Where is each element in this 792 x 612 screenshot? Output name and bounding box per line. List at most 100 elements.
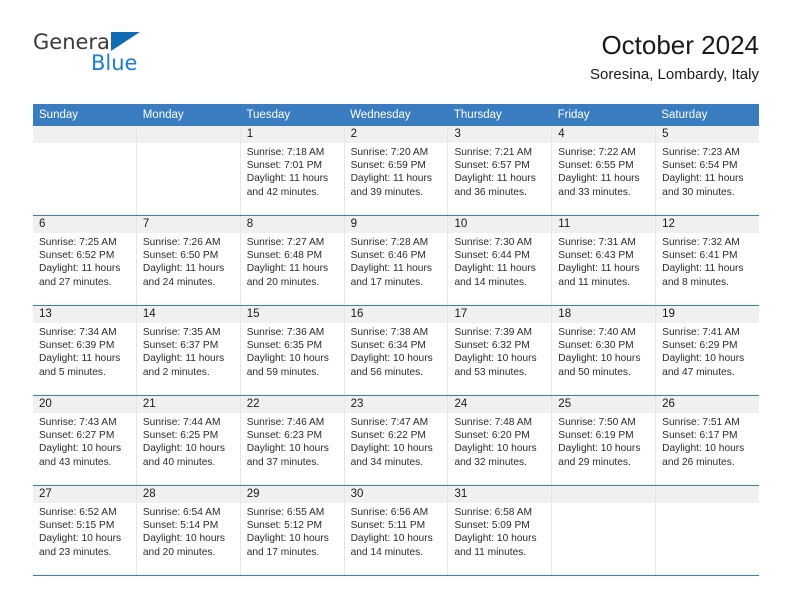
sunset-text: Sunset: 6:30 PM [558,340,634,352]
sunrise-text: Sunrise: 7:31 AM [558,237,636,248]
sunset-text: Sunset: 6:35 PM [246,340,323,352]
sunrise-text: Sunrise: 7:34 AM [39,327,117,338]
calendar-week-row: 20 Sunrise: 7:43 AM Sunset: 6:27 PM Dayligh… [33,396,760,486]
title-block: October 2024 Soresina, Lombardy, Italy [590,28,759,86]
daylight-text: Daylight: 10 hours and 56 minutes. [350,353,433,378]
sunrise-text: Sunrise: 6:52 AM [39,507,117,518]
sunset-text: Sunset: 6:48 PM [246,250,323,262]
day-number: 31 [448,486,552,503]
day-number: 5 [656,126,760,143]
sunset-text: Sunset: 6:32 PM [454,340,530,352]
sunrise-text: Sunrise: 7:44 AM [142,417,221,428]
general-blue-logo[interactable]: General Blue [33,28,233,86]
page-subtitle: Soresina, Lombardy, Italy [590,66,759,83]
day-cell[interactable]: 18 Sunrise: 7:40 AM Sunset: 6:30 PM Dayligh… [552,306,657,395]
sunset-text: Sunset: 6:54 PM [662,160,738,172]
daylight-text: Daylight: 11 hours and 17 minutes. [350,263,432,288]
day-number: 24 [448,396,552,413]
daylight-text: Daylight: 10 hours and 59 minutes. [246,353,329,378]
day-cell-empty [33,126,137,215]
day-sun-info: Sunrise: 7:26 AM Sunset: 6:50 PM Daylight:… [137,233,240,289]
day-number: 12 [656,216,760,233]
day-number: 27 [33,486,136,503]
sunset-text: Sunset: 6:23 PM [246,430,323,442]
day-number [656,486,760,503]
day-cell[interactable]: 10 Sunrise: 7:30 AM Sunset: 6:44 PM Dayligh… [448,216,553,305]
day-cell[interactable]: 21 Sunrise: 7:44 AM Sunset: 6:25 PM Dayligh… [136,396,241,485]
sunrise-text: Sunrise: 7:38 AM [350,327,429,338]
day-cell[interactable]: 24 Sunrise: 7:48 AM Sunset: 6:20 PM Dayligh… [448,396,553,485]
day-cell[interactable]: 14 Sunrise: 7:35 AM Sunset: 6:37 PM Dayligh… [136,306,241,395]
day-sun-info: Sunrise: 7:22 AM Sunset: 6:55 PM Daylight:… [552,143,655,199]
sunrise-text: Sunrise: 7:50 AM [558,417,636,428]
day-sun-info: Sunrise: 7:40 AM Sunset: 6:30 PM Daylight:… [552,323,655,379]
weekday-header-friday: Friday [557,109,590,121]
weekday-header-row: Sunday Monday Tuesday Wednesday Thursday Frid… [33,104,759,126]
day-number: 16 [344,306,448,323]
day-number: 11 [552,216,656,233]
calendar-week-row: 1 Sunrise: 7:18 AM Sunset: 7:01 PM Daylight… [33,126,760,216]
day-cell[interactable]: 22 Sunrise: 7:46 AM Sunset: 6:23 PM Dayligh… [240,396,345,485]
day-sun-info: Sunrise: 7:48 AM Sunset: 6:20 PM Daylight:… [448,413,551,469]
sunset-text: Sunset: 6:27 PM [39,430,115,442]
sunset-text: Sunset: 6:17 PM [662,430,738,442]
daylight-text: Daylight: 10 hours and 11 minutes. [454,533,537,558]
day-cell[interactable]: 27 Sunrise: 6:52 AM Sunset: 5:15 PM Dayligh… [33,486,137,575]
day-number: 6 [33,216,136,233]
calendar-weeks: 1 Sunrise: 7:18 AM Sunset: 7:01 PM Daylight… [33,126,760,576]
day-cell[interactable]: 15 Sunrise: 7:36 AM Sunset: 6:35 PM Dayligh… [240,306,345,395]
day-cell[interactable]: 31 Sunrise: 6:58 AM Sunset: 5:09 PM Dayligh… [448,486,553,575]
sunset-text: Sunset: 6:59 PM [350,160,426,172]
day-cell[interactable]: 8 Sunrise: 7:27 AM Sunset: 6:48 PM Daylight… [240,216,345,305]
day-cell[interactable]: 25 Sunrise: 7:50 AM Sunset: 6:19 PM Dayligh… [552,396,657,485]
day-number: 29 [240,486,344,503]
day-cell[interactable]: 23 Sunrise: 7:47 AM Sunset: 6:22 PM Dayligh… [344,396,449,485]
daylight-text: Daylight: 11 hours and 39 minutes. [350,173,432,198]
day-sun-info: Sunrise: 7:47 AM Sunset: 6:22 PM Daylight:… [345,413,448,469]
day-cell[interactable]: 5 Sunrise: 7:23 AM Sunset: 6:54 PM Daylight… [656,126,760,215]
day-sun-info: Sunrise: 7:23 AM Sunset: 6:54 PM Daylight:… [656,143,759,199]
daylight-text: Daylight: 10 hours and 34 minutes. [350,443,433,468]
day-number: 13 [33,306,136,323]
day-cell[interactable]: 28 Sunrise: 6:54 AM Sunset: 5:14 PM Dayligh… [136,486,241,575]
daylight-text: Daylight: 10 hours and 23 minutes. [39,533,122,558]
day-number: 7 [136,216,240,233]
sunrise-text: Sunrise: 6:58 AM [454,507,533,518]
day-cell[interactable]: 7 Sunrise: 7:26 AM Sunset: 6:50 PM Daylight… [136,216,241,305]
day-cell[interactable]: 1 Sunrise: 7:18 AM Sunset: 7:01 PM Daylight… [240,126,345,215]
page-title: October 2024 [601,30,759,60]
day-cell[interactable]: 17 Sunrise: 7:39 AM Sunset: 6:32 PM Dayligh… [448,306,553,395]
day-cell-empty [656,486,760,575]
day-cell[interactable]: 19 Sunrise: 7:41 AM Sunset: 6:29 PM Dayligh… [656,306,760,395]
day-sun-info: Sunrise: 7:25 AM Sunset: 6:52 PM Daylight:… [33,233,136,289]
day-cell[interactable]: 9 Sunrise: 7:28 AM Sunset: 6:46 PM Daylight… [344,216,449,305]
day-number: 10 [448,216,552,233]
day-cell[interactable]: 4 Sunrise: 7:22 AM Sunset: 6:55 PM Daylight… [552,126,657,215]
day-number: 2 [344,126,448,143]
day-cell[interactable]: 26 Sunrise: 7:51 AM Sunset: 6:17 PM Dayligh… [656,396,760,485]
day-cell[interactable]: 11 Sunrise: 7:31 AM Sunset: 6:43 PM Dayligh… [552,216,657,305]
sunset-text: Sunset: 6:34 PM [350,340,426,352]
weekday-header-sunday: Sunday [39,109,79,121]
day-cell[interactable]: 30 Sunrise: 6:56 AM Sunset: 5:11 PM Dayligh… [344,486,449,575]
sunrise-text: Sunrise: 7:32 AM [662,237,740,248]
day-cell[interactable]: 20 Sunrise: 7:43 AM Sunset: 6:27 PM Dayligh… [33,396,137,485]
daylight-text: Daylight: 10 hours and 17 minutes. [246,533,329,558]
sunrise-text: Sunrise: 6:56 AM [350,507,429,518]
day-cell[interactable]: 29 Sunrise: 6:55 AM Sunset: 5:12 PM Dayligh… [240,486,345,575]
sunset-text: Sunset: 6:29 PM [662,340,738,352]
day-cell[interactable]: 3 Sunrise: 7:21 AM Sunset: 6:57 PM Daylight… [448,126,553,215]
day-cell[interactable]: 16 Sunrise: 7:38 AM Sunset: 6:34 PM Dayligh… [344,306,449,395]
sunset-text: Sunset: 7:01 PM [246,160,323,172]
day-cell[interactable]: 2 Sunrise: 7:20 AM Sunset: 6:59 PM Daylight… [344,126,449,215]
day-number: 22 [240,396,344,413]
day-number: 21 [136,396,240,413]
sunrise-text: Sunrise: 7:18 AM [246,147,325,158]
sunset-text: Sunset: 6:41 PM [662,250,738,262]
daylight-text: Daylight: 10 hours and 47 minutes. [662,353,745,378]
day-cell[interactable]: 12 Sunrise: 7:32 AM Sunset: 6:41 PM Dayligh… [656,216,760,305]
daylight-text: Daylight: 11 hours and 11 minutes. [558,263,640,288]
day-cell[interactable]: 6 Sunrise: 7:25 AM Sunset: 6:52 PM Daylight… [33,216,137,305]
day-cell[interactable]: 13 Sunrise: 7:34 AM Sunset: 6:39 PM Dayligh… [33,306,137,395]
sunrise-text: Sunrise: 7:43 AM [39,417,117,428]
